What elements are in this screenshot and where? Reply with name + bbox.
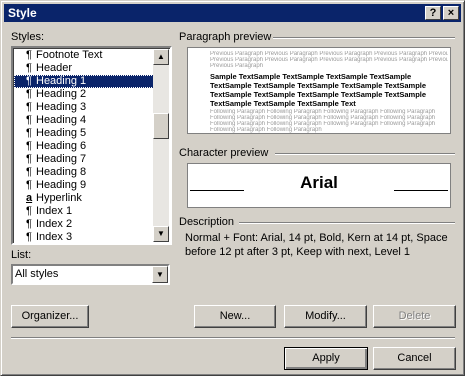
- scroll-thumb[interactable]: [153, 113, 169, 139]
- style-list-item[interactable]: ¶ Header: [14, 62, 156, 75]
- style-list-item[interactable]: ¶ Index 1: [14, 205, 156, 218]
- style-list-item-label: Heading 3: [36, 101, 87, 113]
- styles-listbox[interactable]: ¶ Footnote Text ¶ Header ¶ Heading 1 ¶ Heading …: [11, 46, 172, 245]
- style-list-item[interactable]: ¶ Index 2: [14, 218, 156, 231]
- style-list-item-label: Heading 6: [36, 140, 87, 152]
- paragraph-mark-icon: ¶: [26, 140, 32, 152]
- style-list-item[interactable]: ¶ Heading 1: [14, 75, 156, 88]
- cancel-button[interactable]: Cancel: [373, 347, 456, 370]
- style-list-item-label: Index 3: [36, 231, 73, 243]
- paragraph-preview-box: Previous Paragraph Previous Paragraph Pr…: [187, 47, 451, 134]
- triangle-down-icon: ▼: [157, 229, 165, 238]
- style-list-item[interactable]: ¶ Footnote Text: [14, 49, 156, 62]
- paragraph-mark-icon: ¶: [26, 75, 32, 87]
- scroll-up-button[interactable]: ▲: [153, 49, 169, 65]
- style-list-item-label: Heading 2: [36, 88, 87, 100]
- list-dropdown-button[interactable]: ▼: [152, 266, 168, 283]
- character-style-icon: a: [26, 192, 33, 204]
- style-list-item[interactable]: ¶ Heading 6: [14, 140, 156, 153]
- style-list-item-label: Heading 7: [36, 153, 87, 165]
- style-list-item-label: Index 2: [36, 218, 73, 230]
- list-combobox-value: All styles: [15, 268, 59, 280]
- paragraph-preview-divider: [273, 37, 455, 39]
- modify-button[interactable]: Modify...: [284, 305, 367, 328]
- sample-paragraph-line: TextSample TextSample TextSample TextSam…: [210, 90, 427, 99]
- sample-paragraph-line: Sample TextSample TextSample TextSample …: [210, 72, 412, 81]
- sample-paragraph-line: TextSample TextSample TextSample Text: [210, 99, 356, 108]
- baseline-right: [394, 190, 448, 191]
- styles-list-items: ¶ Footnote Text ¶ Header ¶ Heading 1 ¶ Heading …: [14, 49, 156, 244]
- style-list-item[interactable]: ¶ Heading 9: [14, 179, 156, 192]
- help-button[interactable]: ?: [425, 6, 441, 20]
- previous-paragraph-line: Previous Paragraph: [210, 63, 264, 69]
- paragraph-mark-icon: ¶: [26, 153, 32, 165]
- following-paragraph-line: Following Paragraph Following Paragraph: [210, 127, 322, 133]
- style-list-item-label: Heading 5: [36, 127, 87, 139]
- list-label: List:: [11, 249, 32, 261]
- styles-label: Styles:: [11, 31, 45, 43]
- character-preview-label: Character preview: [179, 147, 269, 159]
- bottom-divider: [11, 337, 455, 339]
- style-list-item[interactable]: a Hyperlink: [14, 192, 156, 205]
- styles-scrollbar[interactable]: ▲ ▼: [153, 49, 169, 242]
- style-list-item-label: Hyperlink: [36, 192, 82, 204]
- sample-paragraph-line: TextSample TextSample TextSample TextSam…: [210, 81, 427, 90]
- style-list-item-label: Footnote Text: [36, 49, 103, 61]
- style-dialog: Style ? × Styles: ¶ Footnote Text ¶ Header ¶…: [0, 0, 465, 376]
- style-list-item[interactable]: ¶ Heading 7: [14, 153, 156, 166]
- triangle-up-icon: ▲: [157, 52, 165, 61]
- paragraph-mark-icon: ¶: [26, 127, 32, 139]
- paragraph-mark-icon: ¶: [26, 88, 32, 100]
- style-list-item-label: Header: [36, 62, 73, 74]
- paragraph-mark-icon: ¶: [26, 231, 32, 243]
- style-list-item-label: Heading 8: [36, 166, 87, 178]
- triangle-down-icon: ▼: [156, 270, 164, 279]
- paragraph-mark-icon: ¶: [26, 166, 32, 178]
- style-list-item[interactable]: ¶ Index 3: [14, 231, 156, 244]
- paragraph-mark-icon: ¶: [26, 205, 32, 217]
- paragraph-mark-icon: ¶: [26, 114, 32, 126]
- organizer-button[interactable]: Organizer...: [11, 305, 89, 328]
- description-text: Normal + Font: Arial, 14 pt, Bold, Kern …: [185, 232, 448, 258]
- style-list-item-label: Heading 9: [36, 179, 87, 191]
- character-preview-box: Arial: [187, 163, 451, 208]
- paragraph-mark-icon: ¶: [26, 62, 32, 74]
- apply-button[interactable]: Apply: [284, 347, 368, 370]
- close-button[interactable]: ×: [443, 6, 459, 20]
- style-list-item-label: Heading 4: [36, 114, 87, 126]
- delete-button[interactable]: Delete: [373, 305, 456, 328]
- character-preview-divider: [275, 153, 455, 155]
- list-combobox[interactable]: All styles ▼: [11, 264, 170, 285]
- style-list-item[interactable]: ¶ Heading 3: [14, 101, 156, 114]
- style-list-item[interactable]: ¶ Heading 5: [14, 127, 156, 140]
- title-bar[interactable]: Style ? ×: [4, 4, 461, 22]
- paragraph-mark-icon: ¶: [26, 49, 32, 61]
- paragraph-mark-icon: ¶: [26, 101, 32, 113]
- style-list-item[interactable]: ¶ Heading 8: [14, 166, 156, 179]
- style-list-item-label: Index 1: [36, 205, 73, 217]
- description-label: Description: [179, 216, 235, 228]
- scroll-down-button[interactable]: ▼: [153, 226, 169, 242]
- window-title: Style: [8, 6, 37, 20]
- style-list-item[interactable]: ¶ Heading 2: [14, 88, 156, 101]
- description-divider: [239, 222, 455, 224]
- style-list-item[interactable]: ¶ Heading 4: [14, 114, 156, 127]
- paragraph-mark-icon: ¶: [26, 179, 32, 191]
- new-button[interactable]: New...: [194, 305, 276, 328]
- style-list-item-label: Heading 1: [36, 75, 87, 87]
- paragraph-mark-icon: ¶: [26, 218, 32, 230]
- paragraph-preview-label: Paragraph preview: [179, 31, 272, 43]
